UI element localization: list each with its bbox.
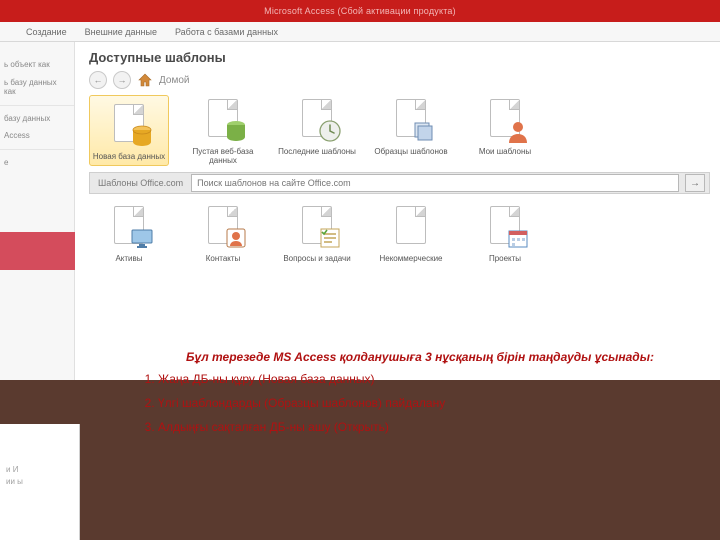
template-label: Последние шаблоны [277,147,357,156]
template-label: Проекты [465,254,545,263]
ribbon-tab-create[interactable]: Создание [26,27,67,37]
templates-row-2: Активы Контакты [89,202,710,263]
window-corner-fragment: и И ии ы [0,424,80,540]
template-label: Некоммерческие [371,254,451,263]
left-item[interactable]: ь объект как [0,56,74,74]
titlebar: Microsoft Access (Сбой активации продукт… [0,0,720,22]
template-samples[interactable]: Образцы шаблонов [371,95,451,156]
lecture-item: Үлгі шаблондарды (Образцы шаблонов) пайд… [158,396,680,410]
breadcrumb-home[interactable]: Домой [159,75,189,86]
body-area: ь объект как ь базу данных как базу данн… [0,42,720,380]
nav-back-button[interactable]: ← [89,71,107,89]
template-label: Вопросы и задачи [277,254,357,263]
backstage-left-panel: ь объект как ь базу данных как базу данн… [0,42,75,380]
office-band-label: Шаблоны Office.com [90,178,191,188]
left-item[interactable] [0,48,74,56]
corner-text: и И ии ы [0,424,79,488]
template-label: Образцы шаблонов [371,147,451,156]
template-label: Пустая веб-база данных [183,147,263,165]
lecture-text: Бұл терезеде MS Access қолданушыға 3 нұс… [120,338,680,444]
template-label: Контакты [183,254,263,263]
template-contacts[interactable]: Контакты [183,202,263,263]
template-nonprofit[interactable]: Некоммерческие [371,202,451,263]
ribbon-tab-external[interactable]: Внешние данные [85,27,157,37]
person-icon [506,119,530,143]
section-title: Доступные шаблоны [89,50,710,65]
app-title: Microsoft Access (Сбой активации продукт… [264,6,456,16]
office-templates-band: Шаблоны Office.com → [89,172,710,194]
templates-row-1: Новая база данных Пустая веб-база данных [89,95,710,166]
template-my[interactable]: Мои шаблоны [465,95,545,156]
template-recent[interactable]: Последние шаблоны [277,95,357,156]
access-window: Microsoft Access (Сбой активации продукт… [0,0,720,380]
database-green-icon [224,119,248,143]
breadcrumb-nav: ← → Домой [89,71,710,89]
template-label: Активы [89,254,169,263]
template-label: Мои шаблоны [465,147,545,156]
template-assets[interactable]: Активы [89,202,169,263]
lecture-item: Жаңа ДБ-ны құру (Новая база данных) [158,372,680,386]
lecture-list: Жаңа ДБ-ны құру (Новая база данных) Үлгі… [120,372,680,434]
templates-panel: Доступные шаблоны ← → Домой Н [75,42,720,380]
lecture-intro: Бұл терезеде MS Access қолданушыға 3 нұс… [120,350,680,364]
stack-icon [412,119,436,143]
template-search-input[interactable] [191,174,679,192]
database-icon [130,124,154,148]
monitor-icon [130,226,154,250]
lecture-item: Алдыңғы сақталған ДБ-ны ашу (Открыть) [158,420,680,434]
template-new-db[interactable]: Новая база данных [89,95,169,166]
left-item[interactable]: Access [0,127,74,145]
separator [0,105,74,106]
checklist-icon [318,226,342,250]
left-item[interactable]: базу данных [0,110,74,128]
home-icon[interactable] [137,72,153,88]
template-issues[interactable]: Вопросы и задачи [277,202,357,263]
template-projects[interactable]: Проекты [465,202,545,263]
left-item[interactable]: ь базу данных как [0,74,74,101]
separator [0,149,74,150]
ribbon-tab-dbtools[interactable]: Работа с базами данных [175,27,278,37]
clock-icon [318,119,342,143]
left-item[interactable]: е [0,154,74,172]
calendar-icon [506,226,530,250]
nav-forward-button[interactable]: → [113,71,131,89]
ribbon-tabs: Создание Внешние данные Работа с базами … [0,22,720,42]
template-web-db[interactable]: Пустая веб-база данных [183,95,263,165]
search-go-button[interactable]: → [685,174,705,192]
contact-icon [224,226,248,250]
template-label: Новая база данных [92,152,166,161]
